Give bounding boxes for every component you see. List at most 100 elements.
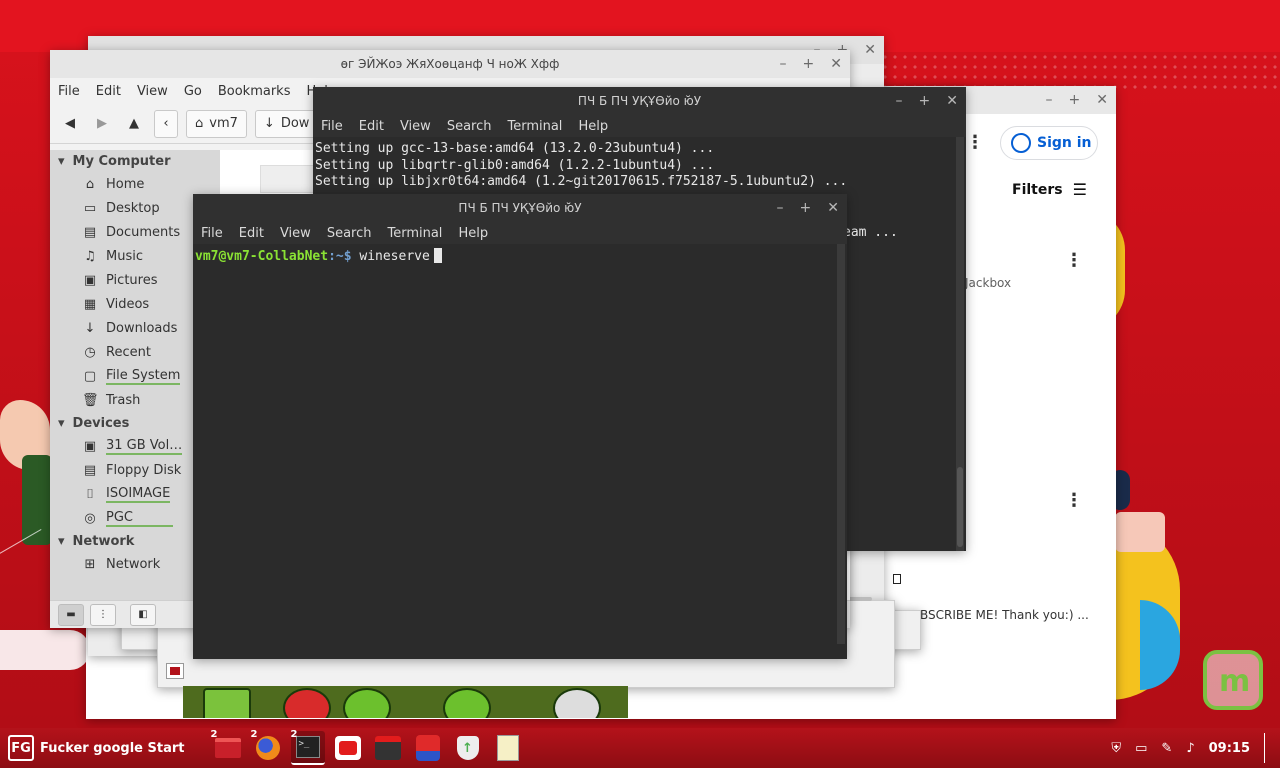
- menu-go[interactable]: Go: [184, 84, 202, 99]
- terminal-output[interactable]: vm7@vm7-CollabNet:~$ wineserve: [193, 244, 847, 659]
- terminal-prompt-line: vm7@vm7-CollabNet:~$ wineserve: [195, 248, 845, 266]
- menu-edit[interactable]: Edit: [239, 226, 264, 241]
- minimize-icon[interactable]: –: [896, 93, 903, 109]
- close-icon[interactable]: ✕: [864, 42, 876, 58]
- menu-search[interactable]: Search: [327, 226, 372, 241]
- sign-in-button[interactable]: Sign in: [1000, 126, 1098, 160]
- file-manager-titlebar[interactable]: өг ЭЙЖоэ ЖяХоөцанф Ч ноЖ Хфф – + ✕: [50, 50, 850, 78]
- window-thumbnail-icon: [166, 663, 184, 679]
- filters-button[interactable]: Filters ☰: [1012, 180, 1087, 199]
- terminal-scrollbar[interactable]: [956, 137, 964, 551]
- terminal-line: Setting up libjxr0t64:amd64 (1.2~git2017…: [315, 174, 848, 190]
- maximize-icon[interactable]: +: [803, 56, 815, 72]
- terminal-titlebar[interactable]: ПЧ Б ПЧ УҚҰӨйо ю̆У – + ✕: [313, 87, 966, 115]
- youtube-studio-icon: [374, 736, 401, 760]
- maximize-icon[interactable]: +: [1069, 92, 1081, 108]
- back-arrow-icon[interactable]: ◀: [58, 111, 82, 137]
- drive-icon: ▣: [83, 438, 97, 454]
- tree-view-icon[interactable]: ⋮: [90, 603, 116, 626]
- music-icon: ♫: [84, 248, 96, 264]
- trash-icon: 🗑: [82, 392, 99, 408]
- shield-icon[interactable]: ⛨: [1111, 741, 1121, 756]
- more-options-icon[interactable]: ⋮: [966, 132, 984, 153]
- terminal-scrollbar[interactable]: [837, 244, 845, 644]
- up-arrow-icon[interactable]: ▲: [122, 111, 146, 137]
- terminal-line-fragment: eam ...: [843, 225, 898, 240]
- documents-icon: ▤: [83, 224, 97, 240]
- section-label: Devices: [72, 415, 130, 431]
- menu-file[interactable]: File: [201, 226, 223, 241]
- sidebar-item-label: Documents: [106, 224, 181, 240]
- minimize-icon[interactable]: –: [1046, 92, 1053, 108]
- minimize-icon[interactable]: –: [777, 200, 784, 216]
- path-button-home[interactable]: ⌂ vm7: [186, 109, 247, 138]
- file-thumbnail[interactable]: [260, 165, 320, 193]
- path-button-downloads[interactable]: ↓ Dow: [254, 109, 318, 138]
- maximize-icon[interactable]: +: [800, 200, 812, 216]
- show-desktop-button[interactable]: [1264, 733, 1268, 763]
- terminal-line: Setting up libqrtr-glib0:amd64 (1.2.2-1u…: [315, 157, 715, 173]
- menu-file[interactable]: File: [321, 119, 343, 134]
- menu-file[interactable]: File: [58, 84, 80, 99]
- terminal-titlebar[interactable]: ПЧ Б ПЧ УҚҰӨйо ю̆У – + ✕: [193, 194, 847, 222]
- close-icon[interactable]: ✕: [830, 56, 842, 72]
- taskbar-text-editor-button[interactable]: [491, 731, 525, 765]
- close-icon[interactable]: ✕: [946, 93, 958, 109]
- path-scroll-left-button[interactable]: ‹: [154, 109, 178, 138]
- sign-in-label: Sign in: [1037, 135, 1092, 151]
- terminal-line: Setting up gcc-13-base:amd64 (13.2.0-23u…: [315, 141, 715, 156]
- start-menu-button[interactable]: FG Fucker google Start: [0, 728, 193, 768]
- checkbox-icon[interactable]: [893, 574, 901, 584]
- recent-icon: ◷: [84, 344, 96, 360]
- network-icon: ⊞: [84, 556, 96, 572]
- sidebar-item-label: Music: [106, 248, 143, 264]
- scrollbar-thumb[interactable]: [957, 467, 963, 547]
- sidebar-item-label: ISOIMAGE: [106, 485, 171, 503]
- menu-help[interactable]: Help: [458, 226, 488, 241]
- path-label: Dow: [280, 116, 310, 131]
- taskbar-firefox-button[interactable]: 2: [251, 729, 285, 765]
- sidebar-item-label: Downloads: [106, 320, 178, 336]
- minimize-icon[interactable]: –: [780, 56, 787, 72]
- menu-help[interactable]: Help: [578, 119, 608, 134]
- menu-edit[interactable]: Edit: [359, 119, 384, 134]
- places-view-icon[interactable]: ▬: [58, 603, 84, 626]
- taskbar-terminal-button[interactable]: 2 >_: [290, 729, 325, 765]
- taskbar-youtube-studio-button[interactable]: [371, 731, 405, 765]
- terminal-window-front[interactable]: ПЧ Б ПЧ УҚҰӨйо ю̆У – + ✕ File Edit View …: [193, 194, 847, 659]
- close-icon[interactable]: ✕: [827, 200, 839, 216]
- display-icon[interactable]: ▭: [1135, 741, 1147, 756]
- video-menu-icon[interactable]: ⋮: [1065, 250, 1083, 271]
- mario-icon: [415, 735, 440, 761]
- game-thumbnail: [183, 686, 628, 718]
- clock[interactable]: 09:15: [1209, 741, 1250, 756]
- firefox-icon: [255, 736, 280, 760]
- videos-icon: ▦: [83, 296, 97, 312]
- sound-icon[interactable]: ♪: [1186, 741, 1194, 756]
- taskbar-youtube-button[interactable]: [331, 731, 365, 765]
- menu-search[interactable]: Search: [447, 119, 492, 134]
- maximize-icon[interactable]: +: [919, 93, 931, 109]
- home-icon: ⌂: [85, 176, 95, 192]
- typed-command[interactable]: wineserve: [352, 249, 429, 264]
- sidebar-item-home[interactable]: ⌂ Home: [50, 172, 220, 196]
- toggle-sidebar-icon[interactable]: ◧: [130, 603, 156, 626]
- menu-terminal[interactable]: Terminal: [507, 119, 562, 134]
- scrollbar-thumb[interactable]: [848, 597, 872, 601]
- sidebar-item-label: 31 GB Vol…: [106, 437, 183, 455]
- menu-edit[interactable]: Edit: [96, 84, 121, 99]
- taskbar-files-button[interactable]: 2: [211, 729, 245, 765]
- clock-icon: [553, 688, 601, 718]
- pen-icon[interactable]: ✎: [1161, 741, 1172, 756]
- menu-view[interactable]: View: [280, 226, 311, 241]
- taskbar-update-manager-button[interactable]: ↑: [451, 731, 485, 765]
- menu-terminal[interactable]: Terminal: [387, 226, 442, 241]
- menu-view[interactable]: View: [400, 119, 431, 134]
- forward-arrow-icon[interactable]: ▶: [90, 111, 114, 137]
- menu-view[interactable]: View: [137, 84, 168, 99]
- sidebar-section-my-computer[interactable]: ▾ My Computer: [50, 150, 220, 172]
- video-menu-icon[interactable]: ⋮: [1065, 490, 1083, 511]
- close-icon[interactable]: ✕: [1096, 92, 1108, 108]
- taskbar-game-button[interactable]: [411, 731, 445, 765]
- menu-bookmarks[interactable]: Bookmarks: [218, 84, 291, 99]
